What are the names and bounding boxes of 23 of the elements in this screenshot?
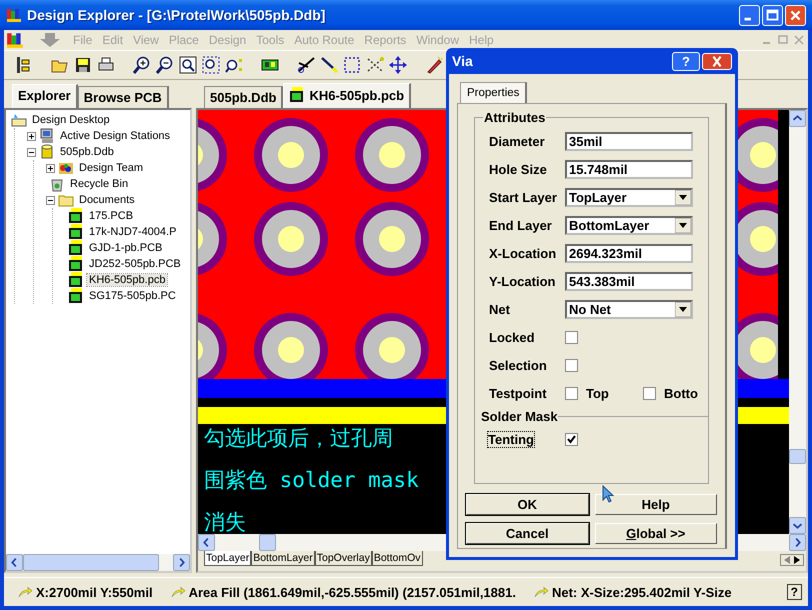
field-label: Diameter [489, 134, 546, 148]
field-label: Tenting [487, 430, 535, 448]
checkbox-label: Top [586, 386, 609, 400]
section-title: Solder Mask [481, 408, 558, 424]
field-label: X-Location [489, 246, 558, 260]
annotation-text: 消失 [204, 509, 246, 534]
group-title: Attributes [483, 110, 546, 125]
dialog-title: Via [452, 53, 474, 69]
field-label: Start Layer [489, 190, 558, 204]
window-title: Design Explorer - [G:\ProtelWork\505pb.Ddb] [27, 7, 326, 23]
field-label: Selection [489, 358, 548, 372]
status-text: Net: X-Size:295.402mil Y-Size [552, 584, 732, 600]
annotation-text: 围紫色 solder mask [204, 467, 419, 494]
field-label: Hole Size [489, 162, 548, 176]
annotation-text: 勾选此项后，过孔周 [204, 425, 393, 452]
checkbox-label: Botto [664, 386, 698, 400]
field-label: Locked [489, 330, 536, 344]
field-label: End Layer [489, 218, 553, 232]
field-label: Testpoint [489, 386, 548, 400]
status-text: Area Fill (1861.649mil,-625.555mil) (2157.051mil,1881. [188, 584, 516, 600]
field-label: Y-Location [489, 274, 556, 288]
status-text: X:2700mil Y:550mil [36, 584, 153, 600]
field-label: Net [489, 302, 511, 316]
